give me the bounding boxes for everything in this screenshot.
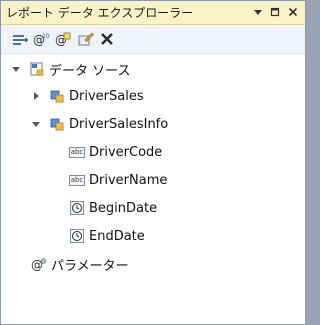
- parameters-label: パラメーター: [51, 258, 129, 274]
- maximize-icon[interactable]: [268, 5, 282, 19]
- dataset-label: DriverSales: [69, 88, 144, 104]
- edit-icon[interactable]: [77, 30, 95, 48]
- pin-icon[interactable]: [251, 5, 265, 19]
- text-field-icon: abc: [68, 146, 86, 158]
- toolbar: @10 @: [1, 25, 305, 54]
- dataset-label: DriverSalesInfo: [69, 116, 169, 132]
- dataset-icon: [49, 116, 65, 132]
- close-icon[interactable]: [286, 5, 300, 19]
- tree-node-field-begin-date[interactable]: BeginDate: [69, 198, 157, 218]
- date-field-icon: [69, 228, 85, 244]
- data-source-icon: [29, 61, 45, 77]
- data-tree: データ ソース DriverSales DriverSalesInfo abc …: [1, 54, 305, 324]
- field-label: BeginDate: [89, 200, 158, 216]
- tree-node-field-end-date[interactable]: EndDate: [69, 226, 145, 246]
- dataset-icon: [49, 88, 65, 104]
- date-field-icon: [69, 200, 85, 216]
- report-data-explorer-window: レポート データ エクスプローラー @10 @ データ ソース DriverSa…: [0, 0, 306, 325]
- data-sources-label: データ ソース: [49, 63, 131, 79]
- tree-node-driver-sales-info[interactable]: DriverSalesInfo: [31, 114, 168, 134]
- tree-node-parameters[interactable]: @ パラメーター: [31, 254, 129, 274]
- delete-icon[interactable]: [98, 30, 116, 48]
- text-field-icon: abc: [68, 174, 86, 186]
- tree-node-field-driver-code[interactable]: abc DriverCode: [68, 142, 163, 162]
- tree-node-field-driver-name[interactable]: abc DriverName: [68, 170, 168, 190]
- title-bar[interactable]: レポート データ エクスプローラー: [1, 1, 305, 25]
- collapsed-arrow-icon[interactable]: [31, 91, 41, 101]
- tree-node-data-sources[interactable]: データ ソース: [11, 59, 130, 79]
- new-parameter-icon[interactable]: @10: [32, 30, 50, 48]
- parameters-icon: @: [31, 256, 47, 272]
- expanded-arrow-icon[interactable]: [31, 119, 41, 129]
- tree-node-driver-sales[interactable]: DriverSales: [31, 86, 144, 106]
- svg-text:10: 10: [42, 33, 50, 40]
- field-label: DriverCode: [89, 144, 163, 160]
- expanded-arrow-icon[interactable]: [11, 64, 21, 74]
- window-title: レポート データ エクスプローラー: [6, 6, 194, 20]
- new-items-icon[interactable]: [11, 30, 29, 48]
- new-dataset-icon[interactable]: @: [54, 30, 72, 48]
- field-label: DriverName: [89, 172, 168, 188]
- field-label: EndDate: [89, 228, 145, 244]
